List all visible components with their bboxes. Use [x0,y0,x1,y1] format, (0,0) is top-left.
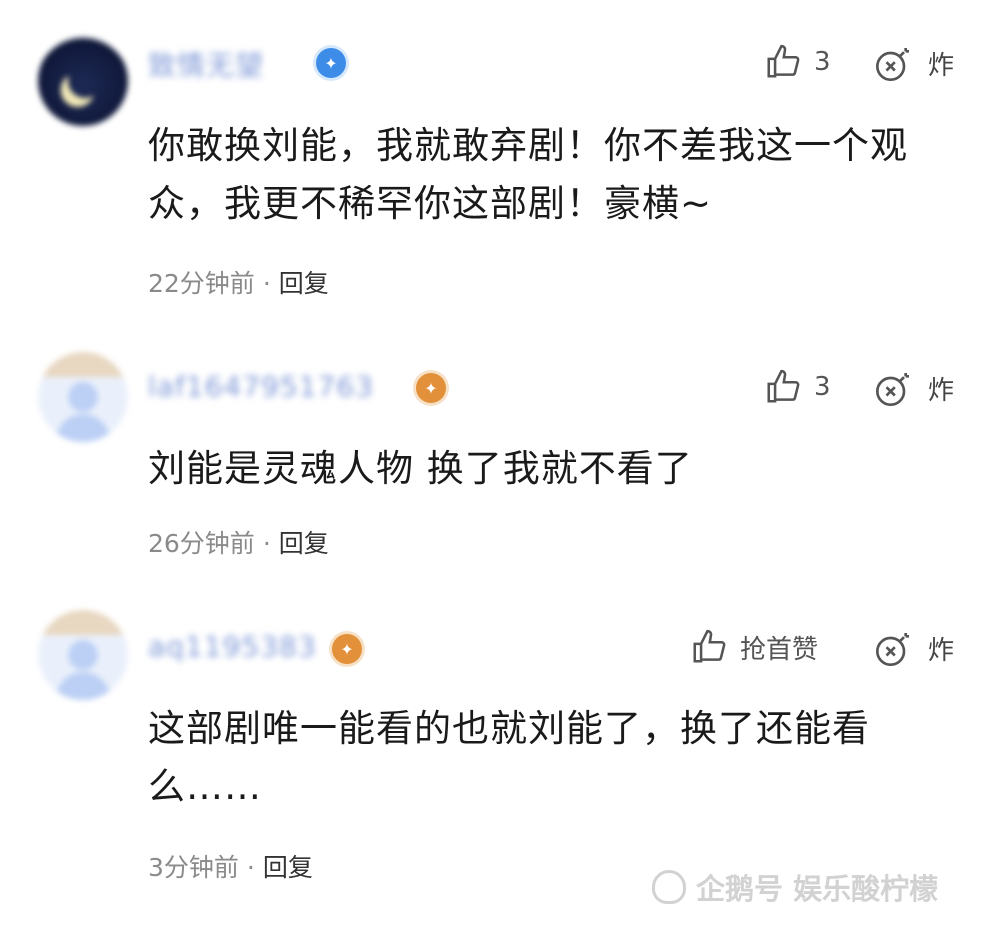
username[interactable]: aq1195383 [148,630,317,663]
like-count: 抢首赞 [740,634,819,665]
thumbs-up-icon [693,629,726,663]
bomb-icon [876,373,909,406]
bomb-icon [876,48,909,82]
thumbs-up-icon [767,44,800,78]
badge-icon: ✦ [316,48,346,78]
like-count: 3 [814,47,831,77]
username[interactable]: 致情无望 [148,44,264,84]
watermark-text: 企鹅号 娱乐酸柠檬 [696,872,939,906]
avatar[interactable] [38,352,128,442]
like-button[interactable]: 抢首赞 [690,628,818,666]
comment-time: 26分钟前 [148,529,255,558]
comment-meta: 22分钟前 · 回复 [148,264,329,300]
bomb-button[interactable]: 炸 [874,368,954,408]
reply-button[interactable]: 回复 [263,853,313,882]
bomb-button[interactable]: 炸 [874,43,954,83]
bomb-label: 炸 [928,50,955,81]
separator: · [262,269,271,298]
penguin-logo-icon [652,870,686,904]
like-button[interactable]: 3 [764,368,831,406]
comment-text: 这部剧唯一能看的也就刘能了，换了还能看么…… [148,707,870,808]
avatar[interactable] [38,36,128,126]
bomb-label: 炸 [928,375,955,406]
comment-time: 22分钟前 [148,269,255,298]
bomb-icon [876,633,909,666]
bomb-button[interactable]: 炸 [874,628,954,668]
comment-meta: 26分钟前 · 回复 [148,524,329,560]
like-button[interactable]: 3 [764,43,831,81]
watermark: 企鹅号 娱乐酸柠檬 [652,866,938,908]
username[interactable]: laf1647951763 [148,370,374,403]
avatar[interactable] [38,610,128,700]
reply-button[interactable]: 回复 [279,529,329,558]
badge-icon: ✦ [416,373,446,403]
separator: · [262,529,271,558]
comment-text: 你敢换刘能，我就敢弃剧！你不差我这一个观众，我更不稀罕你这部剧！豪横~ [148,124,908,225]
badge-icon: ✦ [332,634,362,664]
comment-time: 3分钟前 [148,853,239,882]
comment-text: 刘能是灵魂人物 换了我就不看了 [148,447,693,490]
thumbs-up-icon [767,369,800,403]
bomb-label: 炸 [928,635,955,666]
reply-button[interactable]: 回复 [279,269,329,298]
comment-meta: 3分钟前 · 回复 [148,848,313,884]
separator: · [246,853,255,882]
like-count: 3 [814,372,831,402]
